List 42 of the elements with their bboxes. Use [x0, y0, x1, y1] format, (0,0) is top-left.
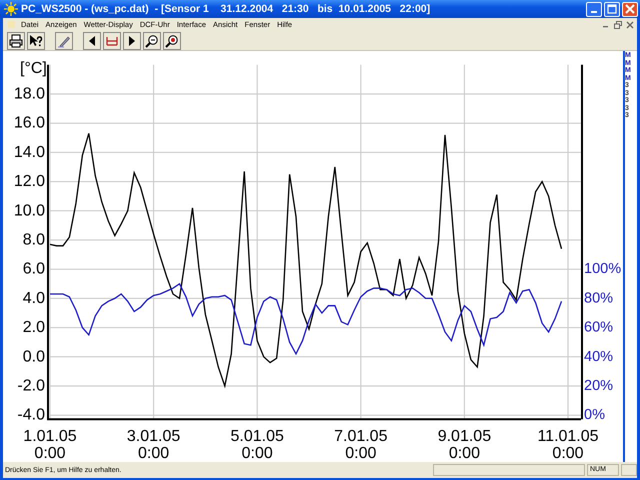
- y-tick-label: 0.0: [22, 348, 45, 366]
- minimize-icon: [591, 11, 597, 13]
- help-pointer-icon[interactable]: [27, 32, 45, 50]
- x-tick-label: 1.01.05 0:00: [23, 428, 77, 462]
- y-tick-label: 6.0: [22, 260, 45, 278]
- y-tick-label: 10.0: [14, 202, 45, 220]
- x-tick-label: 9.01.05 0:00: [438, 428, 492, 462]
- pen-icon[interactable]: [55, 32, 73, 50]
- x-tick-label: 7.01.05 0:00: [334, 428, 388, 462]
- y-tick-label: -2.0: [17, 378, 45, 394]
- y2-tick-label: 0%: [584, 407, 605, 424]
- restore-icon[interactable]: [614, 20, 622, 28]
- close-icon: [625, 4, 635, 14]
- x-tick-label: 5.01.05 0:00: [230, 428, 284, 462]
- y2-tick-label: 20%: [584, 378, 614, 394]
- x-tick-label: 3.01.05 0:00: [126, 428, 180, 462]
- window-title: PC_WS2500 - (ws_pc.dat) - [Sensor 1 31.12.2004 21:30 bis 10.01.2005 22:00]: [21, 3, 432, 15]
- y2-tick-label: 60%: [584, 320, 614, 336]
- close-icon[interactable]: [626, 20, 634, 28]
- y-tick-label: 4.0: [22, 290, 45, 307]
- printer-icon[interactable]: [7, 32, 25, 50]
- y-tick-label: -4.0: [17, 406, 45, 424]
- y-tick-label: 12.0: [14, 173, 45, 190]
- y-tick-label: 14.0: [14, 144, 45, 161]
- maximize-button[interactable]: [604, 2, 620, 16]
- range-icon[interactable]: [103, 32, 121, 50]
- y2-tick-label: 80%: [584, 290, 614, 306]
- zoom-in-icon[interactable]: [163, 32, 181, 50]
- maximize-icon: [607, 4, 617, 14]
- minimize-button[interactable]: [586, 2, 602, 16]
- y-tick-label: 2.0: [22, 319, 45, 336]
- sun-icon: [4, 2, 18, 16]
- y2-tick-label: 100%: [584, 261, 622, 278]
- y-tick-label: 16.0: [14, 114, 45, 132]
- y-tick-label: 8.0: [22, 232, 45, 248]
- axis-unit-label: [°C]: [20, 60, 47, 77]
- y2-tick-label: 40%: [584, 348, 614, 365]
- y-tick-label: 18.0: [14, 86, 45, 102]
- close-button[interactable]: [622, 2, 638, 16]
- zoom-out-icon[interactable]: [143, 32, 161, 50]
- status-pane: [621, 464, 637, 476]
- x-tick-label: 11.01.05 0:00: [537, 428, 599, 462]
